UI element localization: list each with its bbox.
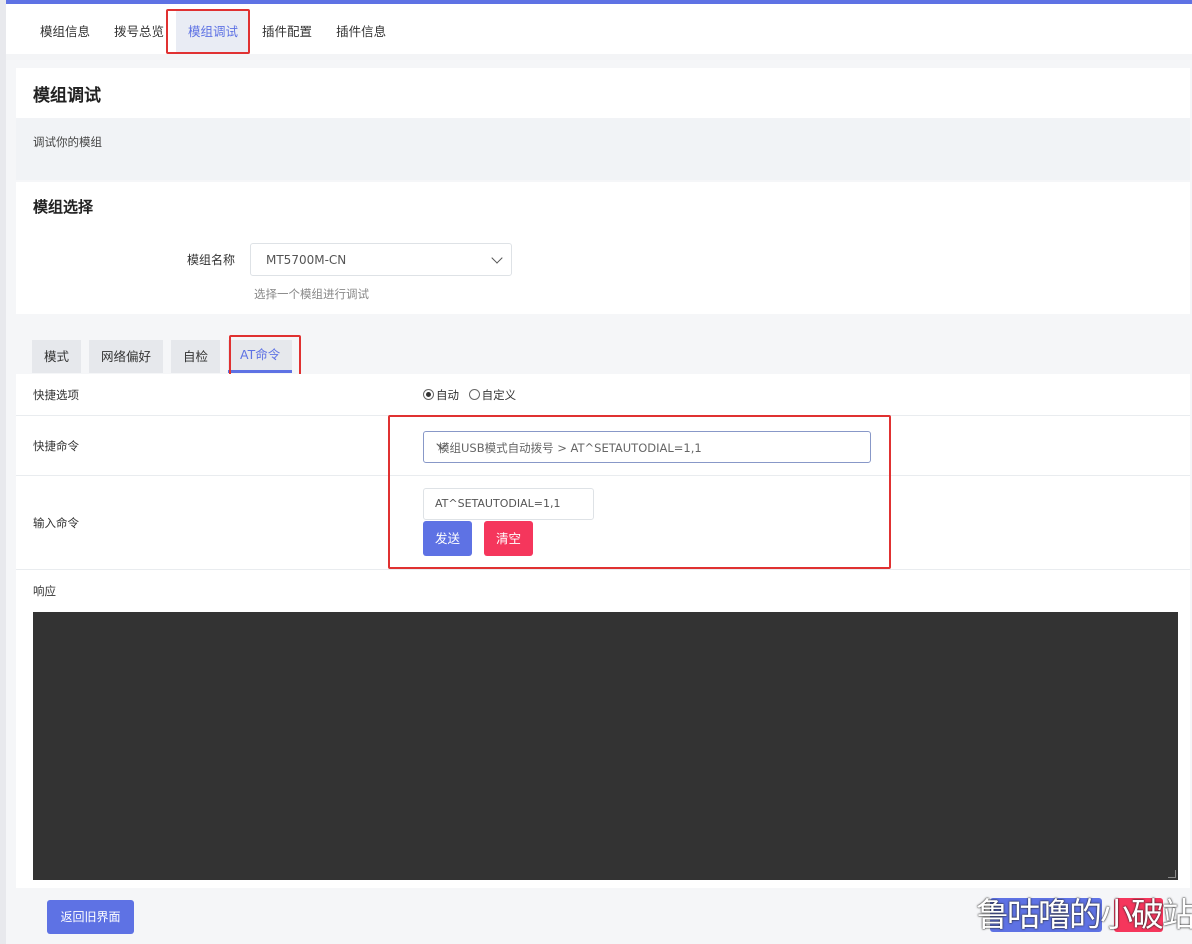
module-select-title: 模组选择: [33, 198, 94, 216]
legacy-ui-button[interactable]: 返回旧界面: [47, 900, 134, 934]
resize-handle-icon[interactable]: [1168, 870, 1176, 878]
input-command-label: 输入命令: [33, 516, 79, 530]
module-name-label: 模组名称: [187, 253, 236, 267]
highlight-box-top-tab: [166, 9, 250, 54]
quick-command-label: 快捷命令: [33, 439, 79, 453]
tab-network-preference[interactable]: 网络偏好: [89, 340, 164, 373]
page-description: 调试你的模组: [33, 135, 102, 149]
page-header: 模组调试: [16, 68, 1190, 118]
footer-bar: 返回旧界面 鲁咕噜的小破站: [16, 888, 1192, 944]
radio-auto-label: 自动: [436, 388, 459, 402]
top-nav-divider: [6, 54, 1192, 60]
tab-plugin-info[interactable]: 插件信息: [324, 10, 398, 54]
highlight-box-at-tab: [229, 335, 301, 379]
quick-option-radio-group: 自动 自定义: [423, 387, 522, 403]
module-select-card: 模组选择 模组名称 MT5700M-CN 选择一个模组进行调试: [16, 182, 1190, 314]
radio-unchecked-icon: [468, 389, 480, 400]
quick-option-row: 快捷选项 自动 自定义: [16, 374, 1190, 416]
page-root: 模组信息 拨号总览 模组调试 插件配置 插件信息 模组调试 调试你的模组 模组选…: [0, 0, 1192, 944]
page-description-box: 调试你的模组: [16, 118, 1190, 180]
response-output[interactable]: [33, 612, 1178, 880]
radio-auto[interactable]: 自动: [423, 388, 459, 402]
tab-mode[interactable]: 模式: [32, 340, 82, 373]
module-select-hint: 选择一个模组进行调试: [254, 287, 369, 301]
response-label: 响应: [33, 584, 56, 598]
radio-custom-label: 自定义: [481, 388, 517, 402]
module-name-value: MT5700M-CN: [266, 253, 347, 267]
tab-self-check[interactable]: 自检: [171, 340, 221, 373]
chevron-down-icon: [491, 252, 503, 264]
quick-option-label: 快捷选项: [33, 388, 79, 402]
watermark-text: 鲁咕噜的小破站: [976, 895, 1192, 934]
radio-custom[interactable]: 自定义: [468, 388, 517, 402]
page-title: 模组调试: [33, 86, 101, 106]
highlight-box-command-area: [388, 415, 891, 569]
tab-dial-overview[interactable]: 拨号总览: [102, 10, 176, 54]
left-strip: [0, 0, 6, 944]
module-name-select[interactable]: MT5700M-CN: [250, 243, 512, 276]
tab-plugin-config[interactable]: 插件配置: [250, 10, 324, 54]
radio-checked-icon: [423, 389, 434, 400]
tab-module-info[interactable]: 模组信息: [28, 10, 102, 54]
